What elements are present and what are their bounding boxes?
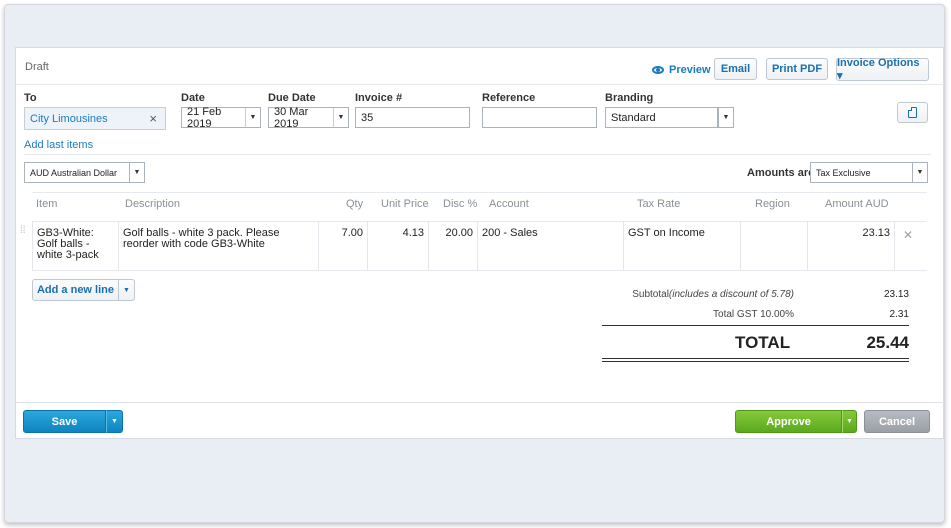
to-contact-field[interactable]: City Limousines × xyxy=(24,107,166,130)
amounts-are-label: Amounts are xyxy=(747,167,815,179)
add-line-caret-icon[interactable]: ▼ xyxy=(118,279,135,301)
subtotal-text: Subtotal xyxy=(632,289,669,300)
cancel-button[interactable]: Cancel xyxy=(864,410,930,433)
disc-cell[interactable]: 20.00 xyxy=(429,222,478,270)
email-button[interactable]: Email xyxy=(714,58,757,80)
date-picker-caret-icon[interactable]: ▼ xyxy=(245,107,261,128)
column-header-region: Region xyxy=(755,198,790,210)
preview-label: Preview xyxy=(669,64,711,76)
column-header-unit-price: Unit Price xyxy=(381,198,429,210)
gst-label: Total GST 10.00% xyxy=(713,309,794,320)
unit-price-cell[interactable]: 4.13 xyxy=(368,222,429,270)
currency-select[interactable]: AUD Australian Dollar xyxy=(24,162,130,183)
reference-field[interactable] xyxy=(482,107,597,128)
add-last-items-link[interactable]: Add last items xyxy=(24,139,93,151)
add-new-line-button[interactable]: Add a new line xyxy=(32,279,119,301)
tax-rate-cell[interactable]: GST on Income xyxy=(624,222,741,270)
clear-contact-icon[interactable]: × xyxy=(149,111,157,126)
branding-caret-icon[interactable]: ▼ xyxy=(718,107,734,128)
branding-label: Branding xyxy=(605,92,654,104)
print-pdf-button[interactable]: Print PDF xyxy=(766,58,828,80)
total-label: TOTAL xyxy=(735,333,791,352)
status-label: Draft xyxy=(25,61,49,73)
page-icon xyxy=(908,107,917,118)
subtotal-label: Subtotal(includes a discount of 5.78) xyxy=(576,289,794,300)
date-field[interactable]: 21 Feb 2019 xyxy=(181,106,246,130)
footer-divider xyxy=(16,402,944,403)
column-header-item: Item xyxy=(36,198,58,210)
approve-options-caret-icon[interactable]: ▼ xyxy=(842,410,857,433)
amount-cell[interactable]: 23.13 xyxy=(808,222,895,270)
table-bottom-border xyxy=(32,270,927,271)
save-options-caret-icon[interactable]: ▼ xyxy=(106,410,123,433)
amounts-are-caret-icon[interactable]: ▼ xyxy=(912,162,928,183)
invoice-number-field[interactable]: 35 xyxy=(355,107,470,128)
column-header-amount: Amount AUD xyxy=(825,198,889,210)
preview-button[interactable]: Preview xyxy=(652,59,711,81)
qty-cell[interactable]: 7.00 xyxy=(319,222,368,270)
total-double-line-bottom xyxy=(602,361,909,362)
divider xyxy=(16,84,944,85)
date-label: Date xyxy=(181,92,205,104)
invoice-options-button[interactable]: Invoice Options ▾ xyxy=(836,57,929,82)
close-icon[interactable]: ✕ xyxy=(903,228,913,242)
column-header-tax-rate: Tax Rate xyxy=(637,198,681,210)
column-header-disc: Disc % xyxy=(443,198,478,210)
amounts-are-select[interactable]: Tax Exclusive xyxy=(810,162,913,183)
column-header-account: Account xyxy=(489,198,529,210)
column-header-description: Description xyxy=(125,198,181,210)
region-cell[interactable] xyxy=(741,222,808,270)
total-double-line-top xyxy=(602,358,909,359)
invoice-card: Draft Preview Email Print PDF Invoice Op… xyxy=(15,47,944,439)
discount-note: (includes a discount of 5.78) xyxy=(668,289,794,300)
total-value: 25.44 xyxy=(866,333,909,352)
gst-value: 2.31 xyxy=(889,309,909,320)
column-header-qty: Qty xyxy=(346,198,364,210)
reference-label: Reference xyxy=(482,92,536,104)
to-contact-value: City Limousines xyxy=(30,112,108,125)
description-cell[interactable]: Golf balls - white 3 pack. Please reorde… xyxy=(119,222,319,270)
save-button[interactable]: Save xyxy=(23,410,106,433)
branding-select[interactable]: Standard xyxy=(605,107,718,128)
app-frame: Draft Preview Email Print PDF Invoice Op… xyxy=(4,4,945,523)
table-top-border xyxy=(32,192,927,193)
approve-button[interactable]: Approve xyxy=(735,410,842,433)
eye-icon xyxy=(652,66,664,74)
totals-divider xyxy=(602,325,909,326)
page-layout-button[interactable] xyxy=(897,102,928,123)
subtotal-value: 23.13 xyxy=(883,289,909,300)
to-label: To xyxy=(24,92,37,104)
item-cell[interactable]: GB3-White: Golf balls - white 3-pack xyxy=(32,222,119,270)
drag-handle-icon[interactable]: ⁞⁞ xyxy=(20,226,26,236)
account-cell[interactable]: 200 - Sales xyxy=(478,222,624,270)
due-date-label: Due Date xyxy=(268,92,316,104)
invoice-number-label: Invoice # xyxy=(355,92,403,104)
divider xyxy=(24,154,931,155)
currency-caret-icon[interactable]: ▼ xyxy=(129,162,145,183)
due-date-field[interactable]: 30 Mar 2019 xyxy=(268,106,334,130)
due-date-picker-caret-icon[interactable]: ▼ xyxy=(333,107,349,128)
